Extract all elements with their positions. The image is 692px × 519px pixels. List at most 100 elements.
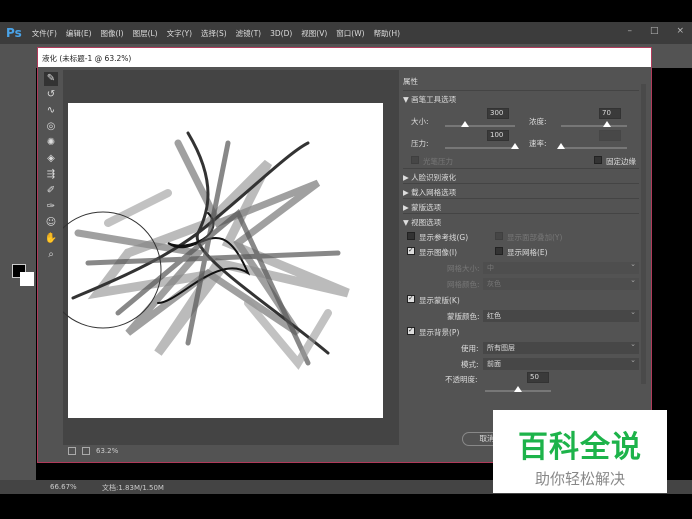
properties-title: 属性 (403, 77, 418, 86)
zoom-controls: 63.2% (68, 447, 118, 455)
section-label: 人脸识别液化 (411, 173, 457, 182)
zoom-in-button[interactable] (82, 447, 90, 455)
section-label: 视图选项 (411, 218, 442, 227)
density-label: 浓度: (529, 117, 547, 126)
show-mask-checkbox[interactable] (407, 294, 415, 303)
density-input[interactable]: 70 (599, 108, 621, 119)
thaw-mask-tool-icon[interactable]: ✑ (44, 200, 58, 214)
menu-filter[interactable]: 滤镜(T) (236, 28, 261, 39)
pressure-slider[interactable] (445, 147, 515, 149)
panel-scrollbar[interactable] (641, 84, 646, 384)
ps-logo: Ps (6, 26, 22, 40)
close-button[interactable]: × (676, 26, 684, 36)
maximize-button[interactable]: □ (650, 26, 659, 36)
size-slider-knob[interactable] (460, 121, 469, 127)
background-color-swatch[interactable] (20, 272, 34, 286)
reconstruct-tool-icon[interactable]: ↺ (44, 88, 58, 102)
rate-label: 速率: (529, 139, 547, 148)
brush-cursor (63, 211, 162, 329)
pressure-input[interactable]: 100 (487, 130, 509, 141)
menu-edit[interactable]: 编辑(E) (66, 28, 92, 39)
dialog-title: 液化 (未标题-1 @ 63.2%) (38, 48, 651, 67)
show-backdrop-label: 显示背景(P) (419, 328, 460, 337)
status-doc-size: 文档:1.83M/1.50M (102, 484, 164, 492)
show-mesh-label: 显示网格(E) (507, 248, 548, 257)
show-face-overlay-label: 显示面部叠加(Y) (507, 233, 563, 242)
menu-bar: Ps 文件(F) 编辑(E) 图像(I) 图层(L) 文字(Y) 选择(S) 滤… (0, 22, 692, 44)
minimize-button[interactable]: – (627, 26, 632, 36)
preview-area[interactable] (63, 70, 399, 445)
pressure-slider-knob[interactable] (511, 143, 519, 149)
mesh-size-select: 中 (483, 260, 639, 274)
smooth-tool-icon[interactable]: ∿ (44, 104, 58, 118)
face-tool-icon[interactable]: ☺ (44, 216, 58, 230)
tools-panel (0, 68, 36, 480)
menu-layer[interactable]: 图层(L) (133, 28, 158, 39)
show-image-label: 显示图像(I) (419, 248, 458, 257)
menu-file[interactable]: 文件(F) (32, 28, 57, 39)
opacity-input[interactable]: 50 (527, 372, 549, 383)
watermark-title: 百科全说 (518, 430, 642, 465)
section-face-aware[interactable]: ▶ 人脸识别液化 (403, 168, 639, 183)
section-brush-options[interactable]: ▼ 画笔工具选项 (403, 90, 639, 105)
twirl-tool-icon[interactable]: ◎ (44, 120, 58, 134)
use-select[interactable]: 所有图层 (483, 340, 639, 354)
hand-tool-icon[interactable]: ✋ (44, 232, 58, 246)
menu-view[interactable]: 视图(V) (301, 28, 327, 39)
watermark: 百科全说 助你轻松解决 (493, 410, 667, 493)
density-slider-knob[interactable] (603, 121, 612, 127)
rate-slider[interactable] (561, 147, 627, 149)
rate-slider-knob[interactable] (557, 143, 565, 149)
zoom-out-button[interactable] (68, 447, 76, 455)
menu-3d[interactable]: 3D(D) (270, 29, 292, 38)
liquify-tools: ✎ ↺ ∿ ◎ ✺ ◈ ⇶ ✐ ✑ ☺ ✋ ⌕ (41, 70, 61, 270)
liquify-dialog: 液化 (未标题-1 @ 63.2%) ✎ ↺ ∿ ◎ ✺ ◈ ⇶ ✐ ✑ ☺ ✋… (37, 47, 652, 463)
mode-label: 模式: (461, 360, 479, 369)
mesh-color-label: 网格颜色: (447, 280, 480, 289)
menu-help[interactable]: 帮助(H) (374, 28, 401, 39)
size-label: 大小: (411, 117, 429, 126)
section-label: 蒙版选项 (411, 203, 442, 212)
opacity-slider-knob[interactable] (514, 386, 522, 392)
zoom-level-select[interactable]: 63.2% (96, 447, 118, 455)
section-load-mesh[interactable]: ▶ 载入网格选项 (403, 183, 639, 198)
forward-warp-tool-icon[interactable]: ✎ (44, 72, 58, 86)
menu-type[interactable]: 文字(Y) (167, 28, 192, 39)
zoom-tool-icon[interactable]: ⌕ (44, 248, 58, 262)
section-label: 载入网格选项 (411, 188, 457, 197)
show-guides-checkbox[interactable] (407, 232, 415, 240)
menu-image[interactable]: 图像(I) (101, 28, 124, 39)
show-image-checkbox[interactable] (407, 246, 415, 255)
section-view[interactable]: ▼ 视图选项 (403, 213, 639, 228)
use-label: 使用: (461, 344, 479, 353)
bloat-tool-icon[interactable]: ◈ (44, 152, 58, 166)
section-label: 画笔工具选项 (411, 95, 457, 104)
mask-color-select[interactable]: 红色 (483, 308, 639, 322)
properties-panel: 属性 ▼ 画笔工具选项 大小: 300 浓度: 70 压力: 100 速率: 光… (399, 70, 647, 405)
stylus-pressure-checkbox (411, 156, 419, 164)
mode-select[interactable]: 前面 (483, 356, 639, 370)
mesh-color-select: 灰色 (483, 276, 639, 290)
status-zoom: 66.67% (50, 483, 77, 491)
size-slider[interactable] (445, 125, 515, 127)
pressure-label: 压力: (411, 139, 429, 148)
show-face-overlay-checkbox (495, 232, 503, 240)
section-mask[interactable]: ▶ 蒙版选项 (403, 198, 639, 213)
push-left-tool-icon[interactable]: ⇶ (44, 168, 58, 182)
rate-input (599, 130, 621, 141)
show-mask-label: 显示蒙版(K) (419, 296, 460, 305)
menu-window[interactable]: 窗口(W) (336, 28, 364, 39)
window-controls: – □ × (627, 26, 684, 36)
show-guides-label: 显示参考线(G) (419, 233, 469, 242)
pin-edges-checkbox[interactable] (594, 156, 602, 164)
menu-select[interactable]: 选择(S) (201, 28, 227, 39)
pucker-tool-icon[interactable]: ✺ (44, 136, 58, 150)
freeze-mask-tool-icon[interactable]: ✐ (44, 184, 58, 198)
size-input[interactable]: 300 (487, 108, 509, 119)
mask-color-label: 蒙版颜色: (447, 312, 480, 321)
stylus-pressure-label: 光笔压力 (423, 157, 453, 166)
show-backdrop-checkbox[interactable] (407, 326, 415, 335)
mesh-size-label: 网格大小: (447, 264, 480, 273)
density-slider[interactable] (561, 125, 627, 127)
show-mesh-checkbox[interactable] (495, 247, 503, 255)
